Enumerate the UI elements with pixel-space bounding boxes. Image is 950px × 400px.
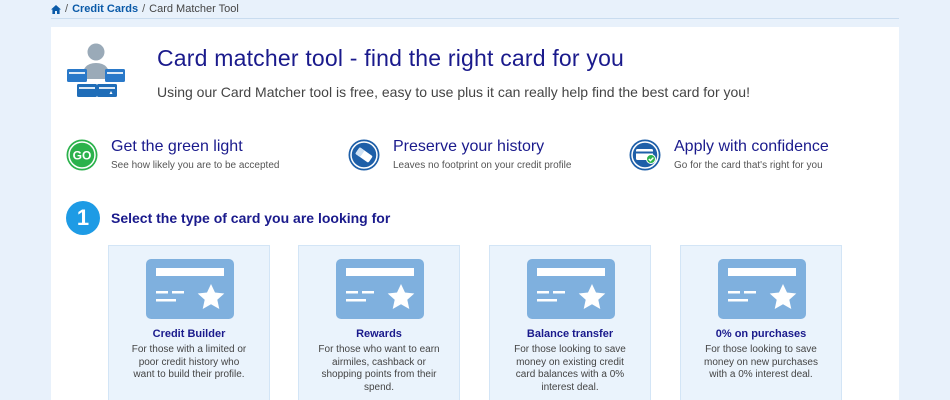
- breadcrumb-separator: /: [142, 3, 146, 15]
- card-option-name: Credit Builder: [152, 328, 226, 340]
- step-title: Select the type of card you are looking …: [111, 210, 391, 226]
- go-icon: GO: [66, 139, 98, 171]
- card-option-desc: For those who want to earn airmiles, cas…: [318, 344, 440, 393]
- credit-card-star-icon: [336, 259, 424, 319]
- card-option-name: 0% on purchases: [715, 328, 807, 340]
- benefit-desc: Leaves no footprint on your credit profi…: [393, 160, 572, 171]
- benefit-desc: Go for the card that's right for you: [674, 160, 823, 171]
- card-option-name: Balance transfer: [526, 328, 614, 340]
- card-option-desc: For those with a limited or poor credit …: [131, 344, 247, 380]
- card-option-credit-builder[interactable]: Credit Builder For those with a limited …: [108, 245, 270, 400]
- benefit-title: Get the green light: [111, 138, 243, 155]
- eraser-icon: [348, 139, 380, 171]
- breadcrumb-current: Card Matcher Tool: [149, 3, 239, 15]
- benefit-title: Preserve your history: [393, 138, 545, 155]
- card-option-desc: For those looking to save money on new p…: [704, 344, 818, 380]
- card-option-name: Rewards: [356, 328, 402, 340]
- benefit-title: Apply with confidence: [674, 138, 829, 155]
- credit-card-star-icon: [527, 259, 615, 319]
- breadcrumb-divider: [51, 18, 899, 19]
- breadcrumb-credit-cards-link[interactable]: Credit Cards: [72, 3, 138, 15]
- go-icon-text: GO: [73, 149, 92, 163]
- credit-card-star-icon: [146, 259, 234, 319]
- benefit-desc: See how likely you are to be accepted: [111, 160, 280, 171]
- credit-card-star-icon: [718, 259, 806, 319]
- card-option-balance-transfer[interactable]: Balance transfer For those looking to sa…: [489, 245, 651, 400]
- breadcrumb: / Credit Cards / Card Matcher Tool: [51, 3, 239, 15]
- breadcrumb-separator: /: [65, 3, 69, 15]
- card-option-desc: For those looking to save money on exist…: [514, 344, 626, 393]
- step-number-badge: 1: [66, 201, 100, 235]
- card-option-rewards[interactable]: Rewards For those who want to earn airmi…: [298, 245, 460, 400]
- main-panel: Card matcher tool - find the right card …: [51, 27, 899, 400]
- card-option-zero-percent-purchases[interactable]: 0% on purchases For those looking to sav…: [680, 245, 842, 400]
- page-subtitle: Using our Card Matcher tool is free, eas…: [157, 84, 750, 100]
- person-with-cards-icon: [67, 43, 125, 97]
- page-title: Card matcher tool - find the right card …: [157, 45, 625, 71]
- home-icon[interactable]: [51, 4, 61, 14]
- card-check-icon: [629, 139, 661, 171]
